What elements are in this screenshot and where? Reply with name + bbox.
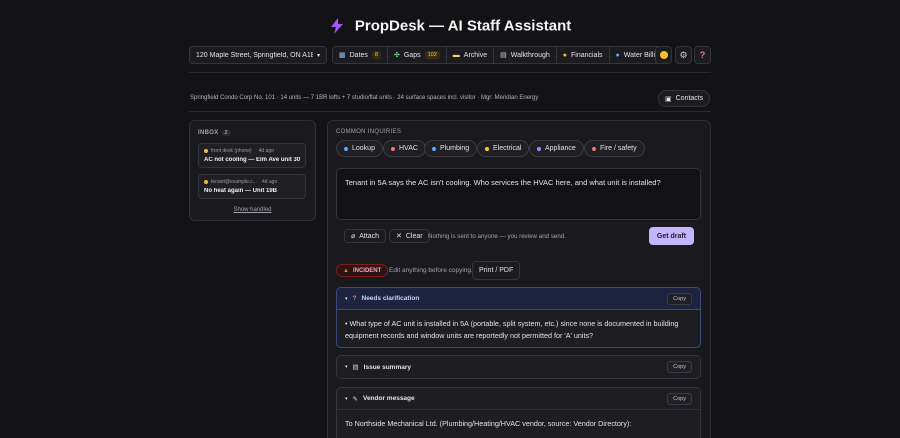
- inquiries-label: COMMON INQUIRIES: [336, 129, 402, 135]
- chevron-down-icon: ▾: [316, 52, 320, 59]
- incident-tag: ▲ INCIDENT: [336, 264, 389, 277]
- get-draft-button[interactable]: Get draft: [649, 227, 694, 245]
- show-handled-link[interactable]: Show handled: [190, 207, 315, 213]
- header-divider: [189, 72, 711, 73]
- section-header[interactable]: ▾ ▤ Issue summary: [337, 356, 700, 378]
- chip-hvac[interactable]: HVAC: [383, 140, 426, 157]
- section-body[interactable]: To Northside Mechanical Ltd. (Plumbing/H…: [337, 410, 700, 438]
- archive-button[interactable]: ▬ Archive: [446, 47, 495, 63]
- message-input[interactable]: Tenant in 5A says the AC isn't cooling. …: [336, 168, 701, 220]
- inbox-header: INBOX 2: [198, 129, 231, 136]
- settings-button[interactable]: ⚙: [675, 46, 692, 64]
- question-icon: ?: [352, 295, 357, 302]
- wrench-icon: ✎: [352, 395, 358, 403]
- address-select[interactable]: 120 Maple Street, Springfield, ON A1B 2 …: [189, 46, 327, 64]
- money-bag-icon: ●: [562, 51, 568, 59]
- section-header[interactable]: ▾ ✎ Vendor message: [337, 388, 700, 410]
- emoji-icon: [659, 51, 668, 59]
- gaps-count-badge: 102: [424, 51, 440, 59]
- contacts-button[interactable]: ▣ Contacts: [658, 90, 711, 107]
- chip-lookup[interactable]: Lookup: [336, 140, 383, 157]
- water-drop-icon: ●: [615, 51, 620, 59]
- inbox-item[interactable]: tenant@example.c... 4d ago No heat again …: [198, 174, 306, 199]
- inbox-item-subject: No heat again — Unit 19B: [204, 188, 278, 194]
- address-value: 120 Maple Street, Springfield, ON A1B 2: [196, 51, 313, 59]
- clipboard-icon: ▤: [500, 51, 507, 59]
- copy-button[interactable]: Copy: [667, 293, 692, 305]
- section-issue-summary: ▾ ▤ Issue summary Copy: [336, 355, 701, 379]
- chip-appliance[interactable]: Appliance: [529, 140, 584, 157]
- inbox-count-badge: 2: [221, 130, 231, 136]
- section-vendor-message: ▾ ✎ Vendor message Copy To Northside Mec…: [336, 387, 701, 438]
- section-needs-clarification: ▾ ? Needs clarification Copy • What type…: [336, 287, 701, 348]
- help-button[interactable]: ?: [694, 46, 711, 64]
- clear-button[interactable]: ✕ Clear: [389, 229, 430, 243]
- gaps-button[interactable]: ✣ Gaps 102: [387, 47, 447, 63]
- copy-button[interactable]: Copy: [667, 361, 692, 373]
- close-icon: ✕: [396, 233, 402, 240]
- clipboard-icon: ▤: [352, 364, 359, 371]
- chevron-down-icon: ▾: [345, 395, 348, 402]
- chevron-down-icon: ▾: [345, 295, 348, 302]
- edit-hint: Edit anything before copying.: [389, 267, 473, 274]
- financials-button[interactable]: ● Financials: [556, 47, 610, 63]
- fire-icon: ▲: [343, 267, 349, 274]
- copy-button[interactable]: Copy: [667, 393, 692, 405]
- contacts-icon: ▣: [665, 95, 672, 103]
- chip-plumbing[interactable]: Plumbing: [424, 140, 478, 157]
- chip-fire-safety[interactable]: Fire / safety: [584, 140, 645, 157]
- attach-button[interactable]: ⌀ Attach: [344, 229, 387, 243]
- app-title: PropDesk — AI Staff Assistant: [0, 17, 900, 35]
- lightning-logo-icon: [330, 18, 343, 35]
- status-dot: [204, 148, 208, 153]
- walkthrough-button[interactable]: ▤ Walkthrough: [494, 47, 557, 63]
- gear-icon: ⚙: [679, 49, 688, 60]
- emoji-button[interactable]: [655, 46, 672, 64]
- section-header[interactable]: ▾ ? Needs clarification: [337, 288, 700, 310]
- paperclip-icon: ⌀: [351, 233, 356, 240]
- help-icon: ?: [699, 50, 706, 60]
- section-body[interactable]: • What type of AC unit is installed in 5…: [337, 310, 700, 349]
- chip-electrical[interactable]: Electrical: [477, 140, 530, 157]
- toolbar-buttons: ▦ Dates 8 ✣ Gaps 102 ▬ Archive ▤ Walkthr…: [332, 46, 670, 64]
- inbox-item-subject: AC not cooling — Elm Ave unit 30: [204, 157, 300, 163]
- building-summary: Springfield Condo Corp No. 101 · 14 unit…: [190, 95, 539, 101]
- dates-button[interactable]: ▦ Dates 8: [333, 47, 388, 63]
- privacy-notice: Nothing is sent to anyone — you review a…: [428, 233, 566, 240]
- chevron-down-icon: ▾: [345, 364, 348, 370]
- summary-divider: [189, 111, 711, 112]
- print-pdf-button[interactable]: Print / PDF: [472, 261, 521, 280]
- inbox-item[interactable]: front desk (phone) 4d ago AC not cooling …: [198, 143, 306, 168]
- status-dot: [204, 179, 208, 184]
- inbox-panel: INBOX 2 front desk (phone) 4d ago AC not c…: [189, 120, 316, 221]
- calendar-icon: ▦: [339, 51, 346, 59]
- folder-icon: ▬: [452, 51, 460, 59]
- puzzle-icon: ✣: [393, 51, 400, 59]
- dates-count-badge: 8: [371, 51, 381, 59]
